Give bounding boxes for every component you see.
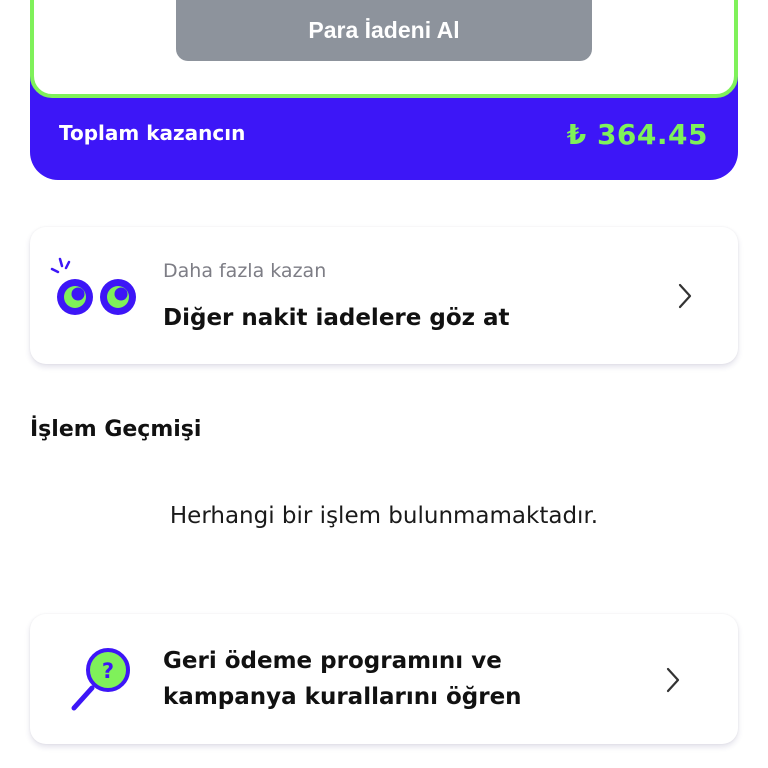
- svg-text:?: ?: [102, 659, 114, 683]
- claim-cashback-button[interactable]: Para İadeni Al: [176, 0, 592, 61]
- program-rules-card[interactable]: ? Geri ödeme programını ve kampanya kura…: [30, 614, 738, 744]
- magnifier-question-icon: ?: [71, 648, 130, 711]
- more-offers-card[interactable]: Daha fazla kazan Diğer nakit iadelere gö…: [30, 227, 738, 364]
- chevron-right-icon: [678, 283, 692, 309]
- program-rules-title: Geri ödeme programını ve kampanya kurall…: [163, 643, 522, 715]
- total-earnings-label: Toplam kazancın: [59, 121, 246, 145]
- cashback-page: Para İadeni Al Toplam kazancın ₺ 364.45 …: [0, 0, 768, 768]
- program-rules-title-line2: kampanya kurallarını öğren: [163, 684, 522, 710]
- more-offers-subtitle: Daha fazla kazan: [163, 260, 327, 282]
- eyes-icon: [50, 257, 136, 315]
- total-earnings-value: ₺ 364.45: [566, 118, 708, 151]
- chevron-right-icon: [666, 667, 680, 693]
- transaction-history-title: İşlem Geçmişi: [30, 417, 202, 442]
- empty-history-message: Herhangi bir işlem bulunmamaktadır.: [169, 503, 599, 529]
- program-rules-title-line1: Geri ödeme programını ve: [163, 648, 502, 674]
- more-offers-title: Diğer nakit iadelere göz at: [163, 305, 510, 331]
